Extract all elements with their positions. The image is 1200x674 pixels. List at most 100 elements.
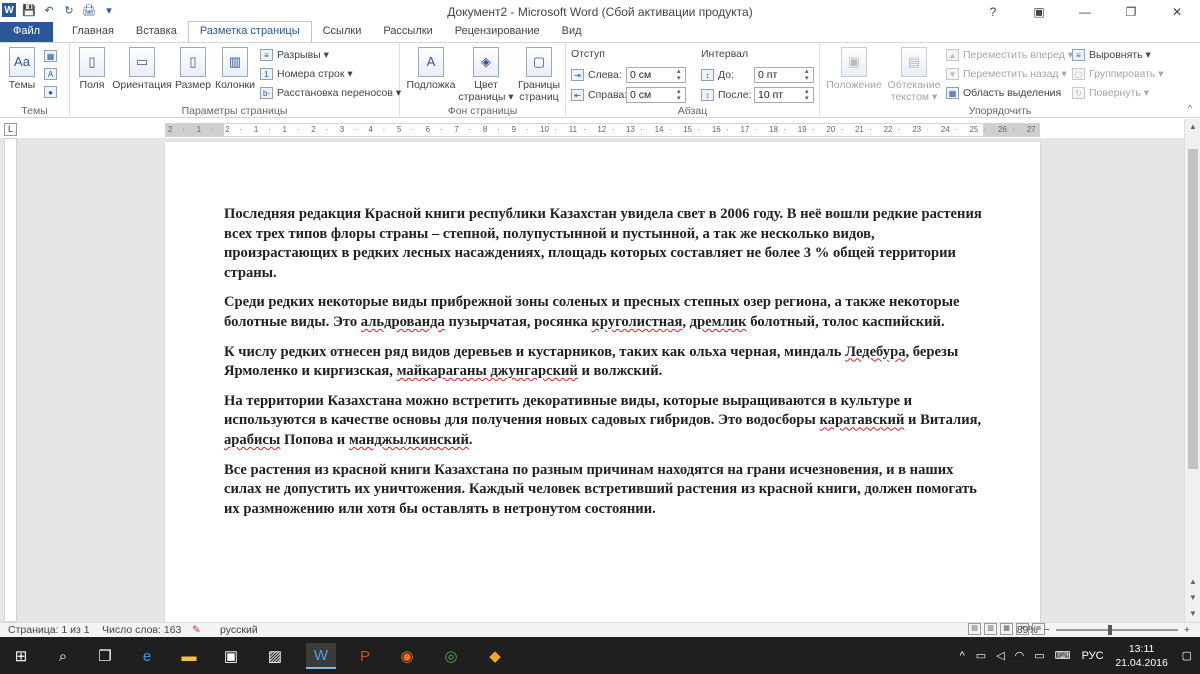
ruler-tick: 19: [797, 125, 807, 134]
keyboard-icon[interactable]: ⌨: [1055, 649, 1071, 662]
help-button[interactable]: ?: [970, 0, 1016, 24]
tray-chevron-icon[interactable]: ^: [960, 650, 965, 662]
zoom-slider[interactable]: [1055, 625, 1178, 635]
group-button[interactable]: ▢ Группировать ▾: [1072, 66, 1164, 82]
spelling-error[interactable]: Ледебура: [845, 344, 905, 360]
clock[interactable]: 13:11 21.04.2016: [1110, 642, 1174, 670]
word-count[interactable]: Число слов: 163: [102, 624, 181, 636]
search-icon[interactable]: ⌕: [50, 643, 76, 669]
theme-fonts-button[interactable]: A: [44, 66, 57, 82]
print-layout-icon[interactable]: ▤: [968, 623, 981, 635]
input-language[interactable]: РУС: [1082, 650, 1104, 662]
spelling-error[interactable]: альдрованда: [361, 314, 445, 330]
columns-button[interactable]: ▥ Колонки: [213, 47, 257, 91]
prev-page-icon[interactable]: ▲: [1185, 574, 1200, 590]
tab-page-layout[interactable]: Разметка страницы: [187, 21, 312, 42]
zoom-in-icon[interactable]: +: [1184, 624, 1190, 636]
tab-file[interactable]: Файл: [0, 22, 54, 42]
bring-forward-button[interactable]: ▲ Переместить вперед ▾: [946, 47, 1073, 63]
app-icon[interactable]: ▨: [262, 643, 288, 669]
tab-home[interactable]: Главная: [61, 22, 125, 42]
language-indicator[interactable]: русский: [220, 624, 258, 636]
spelling-error[interactable]: круголистная: [592, 314, 683, 330]
spacing-before-input[interactable]: 0 пт: [754, 67, 814, 83]
collapse-ribbon-icon[interactable]: ^: [1188, 103, 1192, 113]
spelling-error[interactable]: манджылкинский: [349, 432, 469, 448]
web-layout-icon[interactable]: ▦: [1000, 623, 1013, 635]
tab-mailings[interactable]: Рассылки: [372, 22, 443, 42]
scroll-up-icon[interactable]: ▲: [1185, 119, 1200, 135]
page-color-button[interactable]: ◈ Цвет страницы ▾: [458, 47, 514, 103]
ruler-tick: ·: [812, 125, 815, 134]
network-icon[interactable]: ▭: [976, 649, 986, 662]
powerpoint-icon[interactable]: P: [352, 643, 378, 669]
selection-pane-button[interactable]: ▦ Область выделения: [946, 85, 1061, 101]
indent-left-input[interactable]: 0 см: [626, 67, 686, 83]
tab-review[interactable]: Рецензирование: [444, 22, 551, 42]
close-button[interactable]: ✕: [1154, 0, 1200, 24]
next-page-icon[interactable]: ▼: [1185, 590, 1200, 606]
send-backward-button[interactable]: ▼ Переместить назад ▾: [946, 66, 1067, 82]
rotate-button[interactable]: ↻ Повернуть ▾: [1072, 85, 1149, 101]
tab-selector[interactable]: L: [4, 123, 17, 136]
proofing-icon[interactable]: ✎: [192, 624, 201, 636]
spelling-error[interactable]: майкараганы джунгарский: [397, 363, 578, 379]
document-page[interactable]: Последняя редакция Красной книги республ…: [165, 142, 1040, 622]
zoom-level[interactable]: 89%: [1017, 624, 1038, 636]
notifications-icon[interactable]: ▢: [1182, 649, 1192, 662]
spacing-after-input[interactable]: 10 пт: [754, 87, 814, 103]
app-icon-2[interactable]: ◆: [482, 643, 508, 669]
theme-effects-button[interactable]: ●: [44, 84, 57, 100]
file-explorer-icon[interactable]: ▬: [176, 643, 202, 669]
firefox-icon[interactable]: ◉: [394, 643, 420, 669]
volume-icon[interactable]: ◁: [996, 649, 1004, 662]
tab-insert[interactable]: Вставка: [125, 22, 188, 42]
word-taskbar-icon[interactable]: W: [306, 643, 336, 669]
full-screen-reading-icon[interactable]: ▥: [984, 623, 997, 635]
ruler-tick: 21: [854, 125, 864, 134]
ruler-bar: L 2 · 1 · 2 · 1 · 1 · 2 · 3 · 4 · 5 · 6 · 7 · 8 · 9 · 10 · 11 · 12 · 13 ·…: [0, 119, 1200, 138]
watermark-button[interactable]: A Подложка: [406, 47, 456, 91]
maximize-button[interactable]: ❐: [1108, 0, 1154, 24]
indent-right-input[interactable]: 0 см: [626, 87, 686, 103]
breaks-icon: ≡: [260, 49, 273, 61]
align-button[interactable]: ≡ Выровнять ▾: [1072, 47, 1151, 63]
ribbon-display-button[interactable]: ▣: [1016, 0, 1062, 24]
send-backward-icon: ▼: [946, 68, 959, 80]
tab-view[interactable]: Вид: [551, 22, 593, 42]
hyphenation-button[interactable]: b- Расстановка переносов ▾: [260, 85, 401, 101]
breaks-button[interactable]: ≡ Разрывы ▾: [260, 47, 329, 63]
theme-colors-button[interactable]: ▦: [44, 48, 57, 64]
vertical-scrollbar[interactable]: ▲ ▲ ▼ ▼: [1184, 119, 1200, 622]
themes-button[interactable]: Aa Темы: [2, 47, 42, 91]
zoom-out-icon[interactable]: −: [1044, 624, 1050, 636]
start-icon[interactable]: ⊞: [8, 643, 34, 669]
size-button[interactable]: ▯ Размер: [173, 47, 213, 91]
orientation-icon: ▭: [129, 47, 155, 77]
tab-references[interactable]: Ссылки: [312, 22, 373, 42]
chrome-icon[interactable]: ◎: [438, 643, 464, 669]
document-body[interactable]: Последняя редакция Красной книги республ…: [224, 205, 984, 529]
ruler-tick: ·: [783, 125, 787, 134]
vertical-ruler[interactable]: [4, 138, 17, 622]
selection-pane-icon: ▦: [946, 87, 959, 99]
scroll-down-icon[interactable]: ▼: [1185, 606, 1200, 622]
task-view-icon[interactable]: ❐: [92, 643, 118, 669]
spelling-error[interactable]: каратавский: [819, 412, 904, 428]
horizontal-ruler[interactable]: 2 · 1 · 2 · 1 · 1 · 2 · 3 · 4 · 5 · 6 · 7 · 8 · 9 · 10 · 11 · 12 · 13 · 14…: [165, 123, 1040, 137]
store-icon[interactable]: ▣: [218, 643, 244, 669]
edge-icon[interactable]: e: [134, 643, 160, 669]
battery-icon[interactable]: ▭: [1034, 649, 1044, 662]
minimize-button[interactable]: —: [1062, 0, 1108, 24]
spelling-error[interactable]: дремлик: [690, 314, 747, 330]
position-button[interactable]: ▣ Положение: [826, 47, 882, 91]
scroll-thumb[interactable]: [1188, 149, 1198, 469]
page-count[interactable]: Страница: 1 из 1: [8, 624, 90, 636]
line-numbers-button[interactable]: 1 Номера строк ▾: [260, 66, 353, 82]
wifi-icon[interactable]: ◠: [1015, 649, 1025, 662]
spelling-error[interactable]: арабисы: [224, 432, 280, 448]
page-borders-button[interactable]: ▢ Границы страниц: [514, 47, 564, 103]
orientation-button[interactable]: ▭ Ориентация: [112, 47, 172, 91]
margins-button[interactable]: ▯ Поля: [72, 47, 112, 91]
wrap-text-button[interactable]: ▤ Обтекание текстом ▾: [886, 47, 942, 103]
